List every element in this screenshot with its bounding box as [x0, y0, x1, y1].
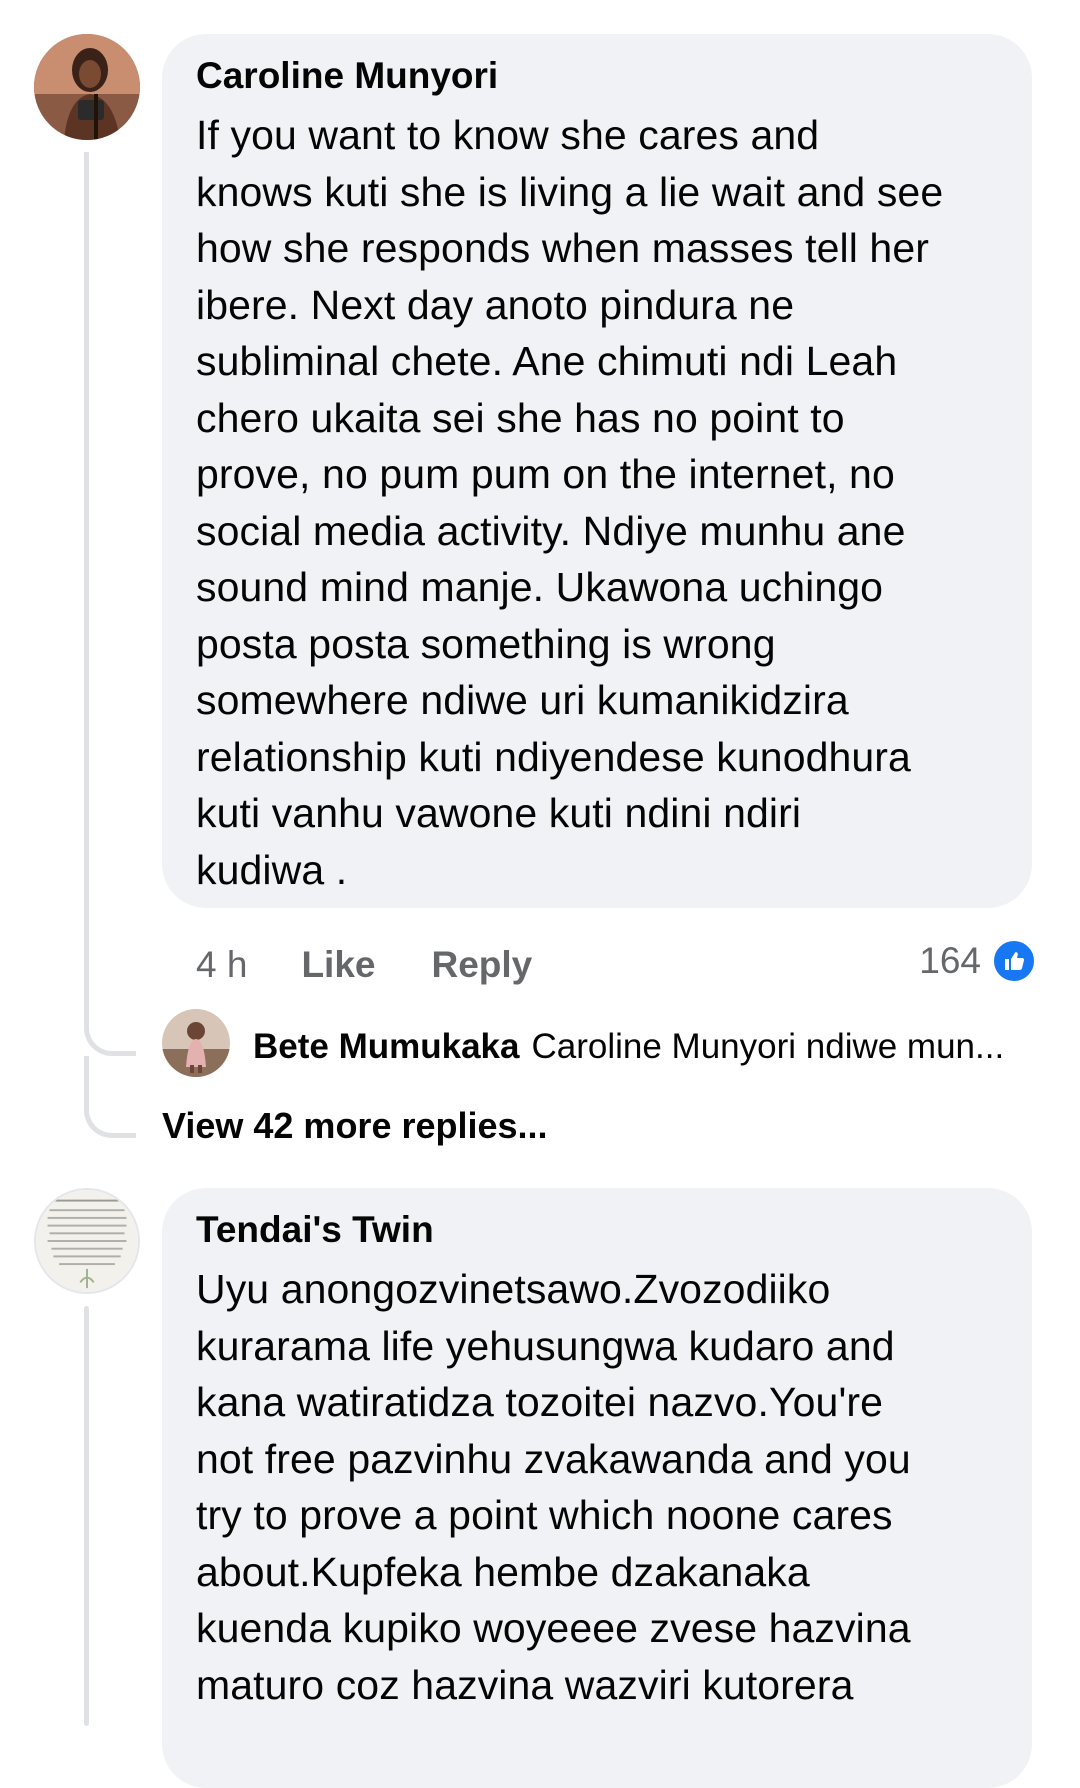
comment-line: sound mind manje. Ukawona uchingo — [196, 564, 884, 610]
comment-line: about.Kupfeka hembe dzakanaka — [196, 1548, 810, 1595]
avatar-photo — [36, 1190, 138, 1292]
avatar-photo — [34, 34, 140, 140]
comment-line: If you want to know she cares and — [196, 112, 820, 158]
reaction-count: 164 — [919, 940, 981, 981]
view-more-replies-link[interactable]: View 42 more replies... — [162, 1104, 548, 1148]
comment-line: how she responds when masses tell her — [196, 225, 929, 271]
comment-line: subliminal chete. Ane chimuti ndi Leah — [196, 338, 898, 384]
comment-line: posta posta something is wrong — [196, 620, 776, 667]
thread-connector — [84, 1306, 89, 1726]
comment-line: kana watiratidza tozoitei nazvo.You're — [196, 1379, 884, 1425]
avatar[interactable] — [34, 1188, 140, 1294]
reply-author[interactable]: Bete Mumukaka — [253, 1027, 519, 1066]
comment-line: social media activity. Ndiye munhu ane — [196, 507, 906, 554]
comment-line: somewhere ndiwe uri kumanikidzira — [196, 677, 849, 723]
comment-line: kuenda kupiko woyeeee zvese hazvina — [196, 1605, 911, 1651]
thread-connector-to-view-more — [84, 1056, 136, 1138]
comment-author[interactable]: Caroline Munyori — [196, 54, 1032, 98]
comment-line: kudiwa . — [196, 846, 348, 893]
comment-line: relationship kuti ndiyendese kunodhura — [196, 733, 911, 780]
thumbs-up-icon — [991, 938, 1037, 984]
comment-line: prove, no pum pum on the internet, no — [196, 451, 895, 497]
avatar[interactable] — [34, 34, 140, 140]
comment-text: Uyu anongozvinetsawo.Zvozodiiko kurarama… — [196, 1261, 1032, 1713]
comment-actions: 4 h Like Reply — [196, 940, 588, 990]
comment-line: Uyu anongozvinetsawo.Zvozodiiko — [196, 1266, 831, 1312]
comment-line: not free pazvinhu zvakawanda and you — [196, 1435, 911, 1482]
comment-line: ibere. Next day anoto pindura ne — [196, 281, 795, 328]
comment-line: try to prove a point which noone cares — [196, 1492, 893, 1538]
reply-preview[interactable]: Bete Mumukaka Caroline Munyori ndiwe mun.… — [253, 1025, 1004, 1069]
like-button[interactable]: Like — [301, 944, 375, 986]
comment-author[interactable]: Tendai's Twin — [196, 1208, 1032, 1252]
reply-text: Caroline Munyori ndiwe mun... — [531, 1027, 1005, 1066]
comment-line: kurarama life yehusungwa kudaro and — [196, 1322, 895, 1369]
comment-bubble[interactable]: Caroline Munyori If you want to know she… — [162, 34, 1032, 908]
comment-line: maturo coz hazvina wazviri kutorera — [196, 1661, 854, 1708]
reply-avatar-photo — [162, 1009, 230, 1077]
reply-button[interactable]: Reply — [431, 944, 532, 986]
reply-avatar[interactable] — [162, 1009, 230, 1077]
comment-line: kuti vanhu vawone kuti ndini ndiri — [196, 790, 802, 836]
comment-line: chero ukaita sei she has no point to — [196, 394, 845, 441]
comment-text: If you want to know she cares and knows … — [196, 107, 1032, 898]
comment-line: knows kuti she is living a lie wait and … — [196, 168, 944, 215]
reaction-summary[interactable]: 164 — [919, 936, 1037, 986]
comment-timestamp[interactable]: 4 h — [196, 944, 247, 986]
thread-connector-to-reply — [84, 152, 136, 1056]
comment-bubble[interactable]: Tendai's Twin Uyu anongozvinetsawo.Zvozo… — [162, 1188, 1032, 1788]
